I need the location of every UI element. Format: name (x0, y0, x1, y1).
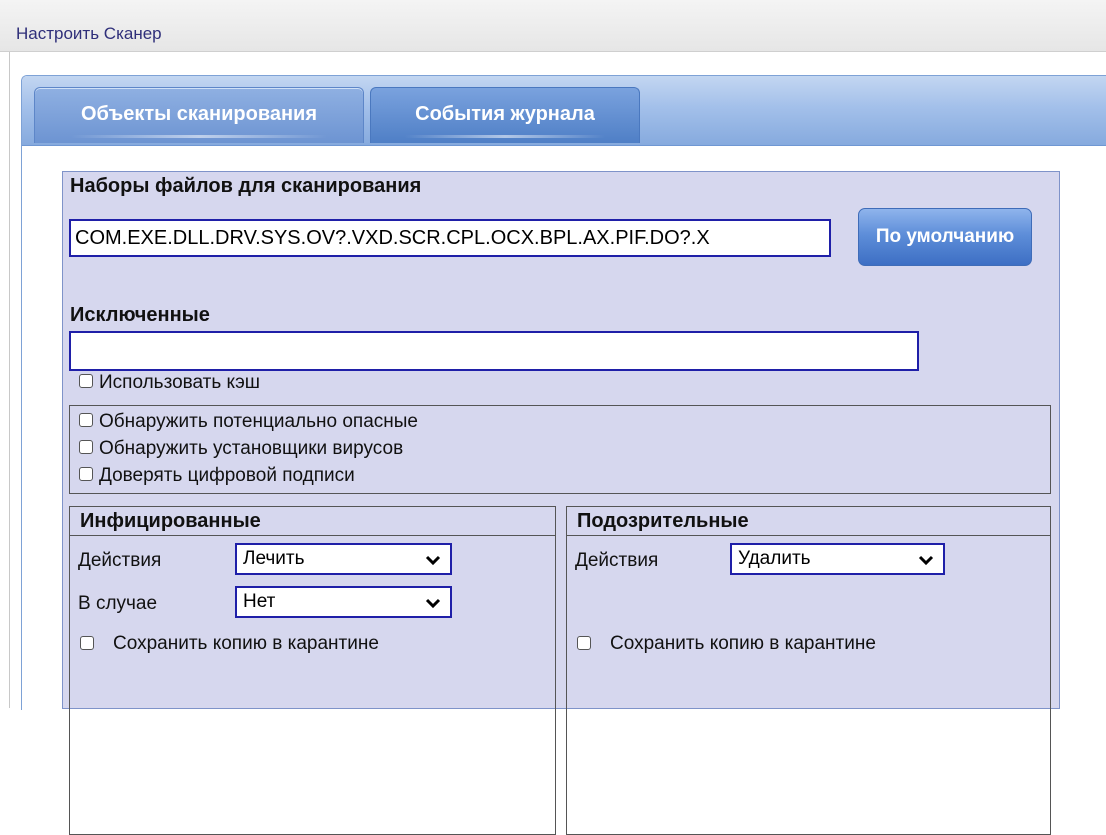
left-border (9, 52, 10, 708)
tab-log-events[interactable]: События журнала (370, 87, 640, 143)
suspicious-action-select[interactable]: Удалить (730, 543, 945, 575)
infected-action-select[interactable]: Лечить (235, 543, 452, 575)
use-cache-checkbox[interactable] (79, 374, 93, 388)
tab-log-events-label: События журнала (405, 103, 605, 138)
use-cache-label: Использовать кэш (99, 372, 261, 393)
chevron-down-icon (425, 555, 441, 566)
trust-signature-label: Доверять цифровой подписи (99, 465, 355, 486)
detect-riskware-checkbox[interactable] (79, 413, 93, 427)
detect-droppers-label: Обнаружить установщики вирусов (99, 438, 404, 459)
chevron-down-icon (918, 555, 934, 566)
tab-scan-objects[interactable]: Объекты сканирования (34, 87, 364, 143)
chevron-down-icon (425, 598, 441, 609)
infected-title: Инфицированные (80, 510, 261, 532)
default-button[interactable]: По умолчанию (858, 208, 1032, 266)
scan-sets-input[interactable]: COM.EXE.DLL.DRV.SYS.OV?.VXD.SCR.CPL.OCX.… (69, 219, 831, 257)
detect-droppers-checkbox[interactable] (79, 440, 93, 454)
infected-quarantine-checkbox[interactable] (80, 636, 94, 650)
trust-signature-checkbox[interactable] (79, 467, 93, 481)
suspicious-quarantine-checkbox[interactable] (577, 636, 591, 650)
excluded-label: Исключенные (70, 304, 210, 326)
suspicious-title: Подозрительные (577, 510, 749, 532)
infected-fallback-value: Нет (243, 591, 276, 612)
window-titlebar: Настроить Сканер (0, 0, 1106, 52)
infected-action-label: Действия (78, 550, 162, 571)
tab-scan-objects-label: Объекты сканирования (70, 103, 328, 138)
suspicious-quarantine-label: Сохранить копию в карантине (610, 633, 876, 654)
detect-riskware-label: Обнаружить потенциально опасные (99, 411, 419, 432)
infected-fallback-select[interactable]: Нет (235, 586, 452, 618)
infected-fallback-label: В случае (78, 593, 158, 614)
infected-quarantine-label: Сохранить копию в карантине (113, 633, 379, 654)
infected-action-value: Лечить (243, 548, 305, 569)
excluded-input[interactable] (69, 331, 919, 371)
suspicious-action-label: Действия (575, 550, 659, 571)
suspicious-action-value: Удалить (738, 548, 811, 569)
window-title: Настроить Сканер (16, 24, 162, 43)
scan-sets-label: Наборы файлов для сканирования (70, 175, 422, 197)
